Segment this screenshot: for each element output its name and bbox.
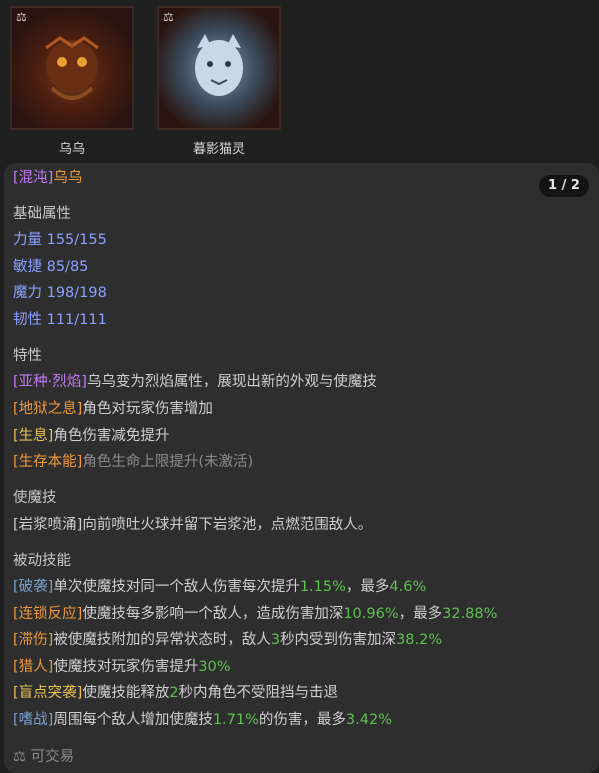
passive-text: 周围每个敌人增加使魔技 (53, 712, 213, 728)
familiar-title: [混沌]乌乌 (13, 166, 82, 187)
passive-value: 30% (198, 659, 231, 675)
scale-icon: ⚖ (163, 10, 174, 24)
passive-value: 10.96% (343, 606, 399, 622)
passive-value: 1.71% (212, 712, 259, 728)
passive-text: 秒内角色不受阻挡与击退 (178, 685, 339, 701)
trait-tag: [生息] (13, 428, 54, 444)
page-indicator[interactable]: 1 / 2 (539, 175, 589, 197)
passive-item: [破袭]单次使魔技对同一个敌人伤害每次提升1.15%，最多4.6% (13, 575, 426, 596)
passive-text: 秒内受到伤害加深 (280, 632, 397, 648)
base-attributes-heading: 基础属性 (13, 206, 71, 222)
trait-text: 乌乌变为烈焰属性，展现出新的外观与使魔技 (86, 374, 377, 390)
tradable-status: ⚖ 可交易 (13, 745, 74, 766)
passive-value: 32.88% (442, 606, 498, 622)
trait-tag: [亚种·烈焰] (13, 374, 87, 390)
familiar-card-shadowcat[interactable]: ⚖ 暮影猫灵 (157, 6, 281, 157)
scale-icon: ⚖ (13, 749, 26, 765)
passive-value: 1.15% (299, 579, 346, 595)
stat-toughness: 韧性 111/111 (13, 312, 107, 328)
tradable-label: 可交易 (30, 749, 75, 765)
familiar-name: 暮影猫灵 (192, 142, 245, 157)
passive-value: 38.2% (396, 632, 443, 648)
trait-text: 角色生命上限提升(未激活) (82, 454, 254, 470)
familiar-title-name: 乌乌 (53, 170, 83, 186)
passive-item: [连锁反应]使魔技每多影响一个敌人，造成伤害加深10.96%，最多32.88% (13, 602, 497, 623)
passive-value: 2 (169, 685, 179, 701)
passive-text: ，最多 (398, 606, 443, 622)
familiar-skill-text: [岩浆喷涌]向前喷吐火球并留下岩浆池，点燃范围敌人。 (13, 517, 373, 533)
stat-agility: 敏捷 85/85 (13, 259, 89, 275)
trait-text: 角色对玩家伤害增加 (82, 401, 213, 417)
passive-item: [嗜战]周围每个敌人增加使魔技1.71%的伤害，最多3.42% (13, 708, 392, 729)
familiar-detail-panel: 1 / 2 [混沌]乌乌 基础属性 力量 155/155 敏捷 85/85 魔力… (4, 163, 599, 773)
passive-tag: [猎人] (13, 659, 54, 675)
familiar-portrait-wuwu: ⚖ (10, 6, 134, 130)
passive-item: [滞伤]被使魔技附加的异常状态时，敌人3秒内受到伤害加深38.2% (13, 628, 442, 649)
trait-item: [亚种·烈焰]乌乌变为烈焰属性，展现出新的外观与使魔技 (13, 370, 377, 391)
familiar-skill-heading: 使魔技 (13, 490, 57, 506)
familiar-portrait-shadowcat: ⚖ (157, 6, 281, 130)
passive-value: 4.6% (389, 579, 427, 595)
familiar-name: 乌乌 (58, 142, 85, 157)
familiar-art (195, 34, 243, 96)
passive-tag: [破袭] (13, 579, 54, 595)
passive-text: 的伤害，最多 (258, 712, 346, 728)
passive-text: 使魔技对玩家伤害提升 (53, 659, 199, 675)
familiar-art (45, 36, 99, 100)
trait-item: [地狱之息]角色对玩家伤害增加 (13, 397, 213, 418)
passive-text: 被使魔技附加的异常状态时，敌人 (53, 632, 271, 648)
stat-strength: 力量 155/155 (13, 232, 107, 248)
passive-text: 使魔技每多影响一个敌人，造成伤害加深 (82, 606, 344, 622)
rarity-tag: [混沌] (13, 170, 54, 186)
trait-item: [生存本能]角色生命上限提升(未激活) (13, 450, 253, 471)
passive-skills-heading: 被动技能 (13, 553, 71, 569)
familiar-card-wuwu[interactable]: ⚖ 乌乌 (10, 6, 134, 157)
passive-text: ，最多 (345, 579, 390, 595)
traits-heading: 特性 (13, 348, 42, 364)
passive-tag: [嗜战] (13, 712, 54, 728)
trait-tag: [生存本能] (13, 454, 83, 470)
familiar-list: ⚖ 乌乌 ⚖ 暮影猫灵 (0, 0, 599, 170)
passive-value: 3 (270, 632, 281, 648)
passive-tag: [滞伤] (13, 632, 54, 648)
passive-item: [猎人]使魔技对玩家伤害提升30% (13, 655, 231, 676)
trait-tag: [地狱之息] (13, 401, 83, 417)
passive-value: 3.42% (345, 712, 392, 728)
passive-item: [盲点突袭]使魔技能释放2秒内角色不受阻挡与击退 (13, 681, 338, 702)
scale-icon: ⚖ (16, 10, 27, 24)
stat-magic: 魔力 198/198 (13, 285, 107, 301)
passive-text: 单次使魔技对同一个敌人伤害每次提升 (53, 579, 300, 595)
trait-item: [生息]角色伤害减免提升 (13, 424, 169, 445)
passive-tag: [盲点突袭] (13, 685, 83, 701)
passive-tag: [连锁反应] (13, 606, 83, 622)
passive-text: 使魔技能释放 (82, 685, 170, 701)
trait-text: 角色伤害减免提升 (53, 428, 170, 444)
